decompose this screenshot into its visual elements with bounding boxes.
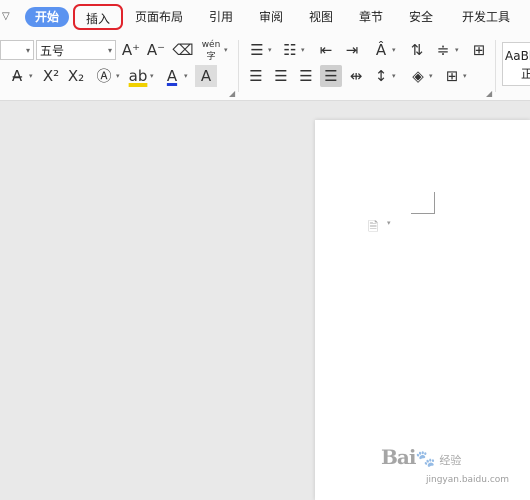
tab-section[interactable]: 章节 [354, 0, 388, 34]
ribbon-tab-bar: ▽ 开始 插入 页面布局 引用 审阅 视图 章节 安全 开发工具 [0, 0, 530, 34]
line-spacing-icon[interactable]: ↕ [370, 65, 392, 87]
watermark-brand-suffix: 经验 [439, 454, 462, 467]
paragraph-dialog-launcher-icon[interactable]: ◢ [486, 89, 492, 98]
line-spacing-adjust-icon[interactable]: ≑ [432, 39, 454, 61]
document-page[interactable] [315, 120, 530, 500]
chevron-down-icon: ▾ [25, 46, 30, 55]
tab-page-layout[interactable]: 页面布局 [131, 0, 187, 34]
font-size-value: 五号 [40, 44, 65, 58]
font-size-select[interactable]: 五号 ▾ [36, 40, 116, 60]
chevron-down-icon[interactable]: ▾ [392, 46, 396, 54]
numbered-list-icon[interactable]: ☷ [279, 39, 301, 61]
baidu-jingyan-watermark: Bai🐾 经验 [381, 445, 461, 469]
tab-developer-tools[interactable]: 开发工具 [457, 0, 515, 34]
tab-review[interactable]: 审阅 [254, 0, 288, 34]
chevron-down-icon[interactable]: ▾ [224, 46, 228, 54]
chevron-down-icon[interactable]: ▾ [29, 72, 33, 80]
tab-view[interactable]: 视图 [304, 0, 338, 34]
page-margin-marker [411, 213, 435, 214]
chevron-down-icon[interactable]: ▾ [116, 72, 120, 80]
grow-font-icon[interactable]: A⁺ [120, 39, 142, 61]
ribbon-separator [238, 40, 239, 92]
bullet-list-icon[interactable]: ☰ [246, 39, 268, 61]
tab-references[interactable]: 引用 [204, 0, 238, 34]
chevron-down-icon[interactable]: ▾ [455, 46, 459, 54]
strikethrough-icon[interactable]: A̶ [6, 65, 28, 87]
character-shading-icon[interactable]: A [195, 65, 217, 87]
decrease-indent-icon[interactable]: ⇤ [315, 39, 337, 61]
watermark-url: jingyan.baidu.com [426, 475, 510, 485]
text-direction-icon[interactable]: Â [370, 39, 392, 61]
page-margin-marker [434, 192, 435, 214]
tab-home[interactable]: 开始 [25, 7, 69, 27]
align-center-icon[interactable]: ☰ [270, 65, 292, 87]
document-icon[interactable]: 🗎 [368, 218, 378, 240]
chevron-down-icon[interactable]: ▾ [463, 72, 467, 80]
shrink-font-icon[interactable]: A⁻ [145, 39, 167, 61]
chevron-down-icon[interactable]: ▾ [150, 72, 154, 80]
sort-icon[interactable]: ⇅ [406, 39, 428, 61]
subscript-icon[interactable]: X₂ [65, 65, 87, 87]
text-effect-icon[interactable]: Ⓐ [93, 65, 115, 87]
highlight-color-icon[interactable]: ab [127, 65, 149, 87]
chevron-down-icon: ▾ [107, 46, 112, 55]
paw-icon: 🐾 [415, 449, 436, 468]
tab-insert[interactable]: 插入 [73, 4, 123, 30]
justify-icon[interactable]: ☰ [320, 65, 342, 87]
superscript-icon[interactable]: X² [40, 65, 62, 87]
collapse-ribbon-icon[interactable]: ▽ [2, 11, 10, 22]
chevron-down-icon[interactable]: ▾ [429, 72, 433, 80]
style-preview-text: AaBl [505, 49, 530, 63]
pinyin-label: wén [201, 40, 221, 50]
tab-security[interactable]: 安全 [404, 0, 438, 34]
ribbon-separator [495, 40, 496, 92]
increase-indent-icon[interactable]: ⇥ [341, 39, 363, 61]
chevron-down-icon[interactable]: ▾ [392, 72, 396, 80]
watermark-brand: Bai [381, 445, 416, 469]
font-color-icon[interactable]: A [161, 65, 183, 87]
borders-icon[interactable]: ⊞ [441, 65, 463, 87]
shading-fill-icon[interactable]: ◈ [407, 65, 429, 87]
style-preview-name: 正 [521, 67, 530, 81]
clear-format-icon[interactable]: ⌫ [172, 39, 194, 61]
chevron-down-icon[interactable]: ▾ [301, 46, 305, 54]
table-grid-icon[interactable]: ⊞ [468, 39, 490, 61]
align-left-icon[interactable]: ☰ [245, 65, 267, 87]
chevron-down-icon[interactable]: ▾ [387, 219, 391, 227]
font-name-select[interactable]: ▾ [0, 40, 34, 60]
align-right-icon[interactable]: ☰ [295, 65, 317, 87]
distributed-align-icon[interactable]: ⇹ [345, 65, 367, 87]
pinyin-guide-icon[interactable]: wén 字 [200, 39, 222, 62]
chevron-down-icon[interactable]: ▾ [268, 46, 272, 54]
chevron-down-icon[interactable]: ▾ [184, 72, 188, 80]
font-dialog-launcher-icon[interactable]: ◢ [229, 89, 235, 98]
style-gallery-item[interactable]: AaBl 正 [502, 42, 530, 86]
